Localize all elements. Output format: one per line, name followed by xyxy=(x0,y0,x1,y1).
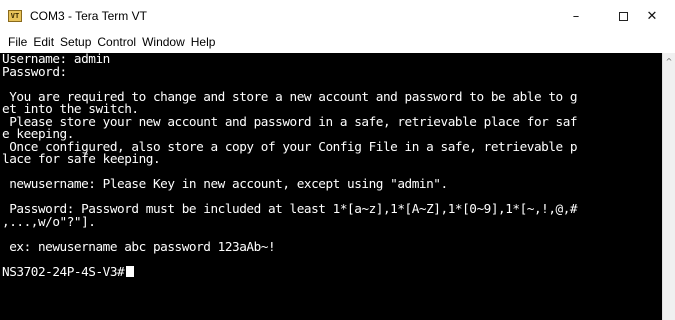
menu-help[interactable]: Help xyxy=(188,33,219,51)
close-button[interactable]: ✕ xyxy=(629,0,675,32)
terminal-line: Please store your new account and passwo… xyxy=(2,113,578,129)
menu-bar: File Edit Setup Control Window Help xyxy=(0,32,675,52)
menu-edit[interactable]: Edit xyxy=(30,33,57,51)
command-prompt: NS3702-24P-4S-V3# xyxy=(2,263,125,279)
terminal-line: ,...,w/o"?"]. xyxy=(2,213,96,229)
menu-setup[interactable]: Setup xyxy=(57,33,94,51)
close-icon: ✕ xyxy=(646,8,658,24)
minimize-icon: – xyxy=(572,8,580,24)
terminal-screen[interactable]: Username: admin Password: You are requir… xyxy=(0,53,662,320)
terminal-line: ex: newusername abc password 123aAb~! xyxy=(2,238,276,254)
window-title: COM3 - Tera Term VT xyxy=(30,9,147,23)
maximize-icon xyxy=(618,11,628,21)
terminal-line: lace for safe keeping. xyxy=(2,151,161,166)
terminal-line: Password: Password must be included at l… xyxy=(2,201,578,216)
terminal-line: newusername: Please Key in new account, … xyxy=(2,176,448,191)
scroll-up-arrow-icon[interactable]: ^ xyxy=(663,55,675,67)
minimize-button[interactable]: – xyxy=(553,0,599,32)
terminal-line: Password: xyxy=(2,63,67,79)
menu-control[interactable]: Control xyxy=(94,33,139,51)
menu-window[interactable]: Window xyxy=(139,33,188,51)
text-cursor xyxy=(126,265,135,277)
title-bar[interactable]: VT COM3 - Tera Term VT – ✕ xyxy=(0,0,675,32)
menu-file[interactable]: File xyxy=(0,33,30,51)
tera-term-icon: VT xyxy=(8,10,22,22)
prompt-line: NS3702-24P-4S-V3# xyxy=(0,263,662,279)
vertical-scrollbar[interactable]: ^ xyxy=(662,53,675,320)
terminal-line: Username: admin xyxy=(2,53,110,66)
